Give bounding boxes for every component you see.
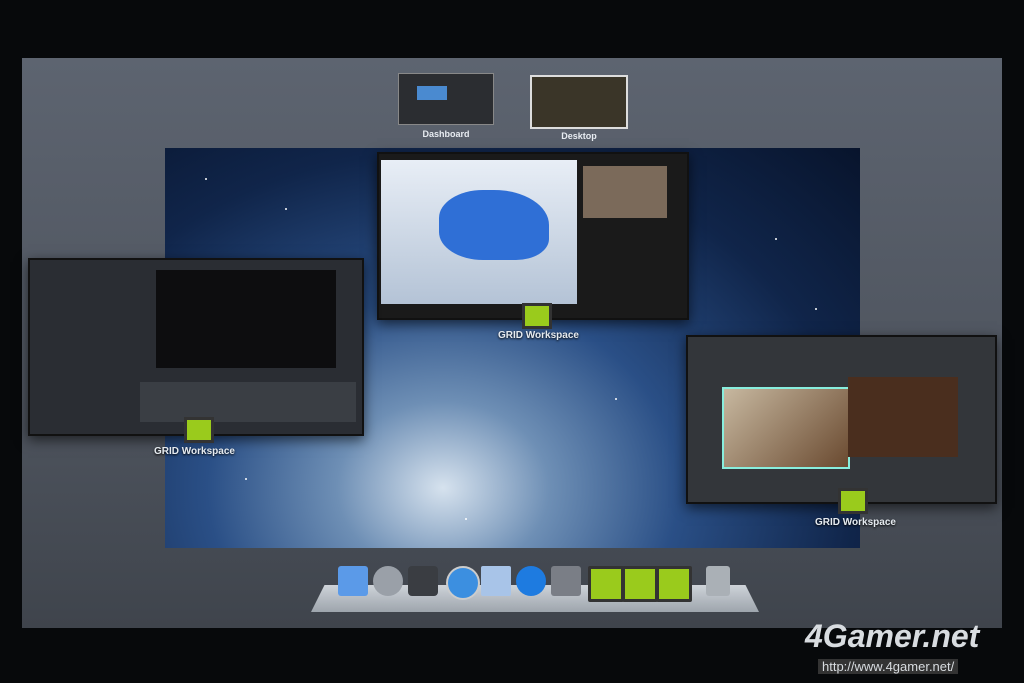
- dashboard-widgets-icon: [417, 86, 447, 100]
- grid-workspace-icon[interactable]: [588, 566, 624, 602]
- system-preferences-icon[interactable]: [551, 566, 581, 596]
- finder-icon[interactable]: [338, 566, 368, 596]
- motorcycle-model: [439, 190, 549, 260]
- video-preview: [156, 270, 336, 368]
- timeline: [140, 382, 356, 422]
- launchpad-icon[interactable]: [373, 566, 403, 596]
- watermark-url: http://www.4gamer.net/: [818, 659, 959, 674]
- grid-workspace-icon: [838, 488, 868, 514]
- space-desktop[interactable]: [530, 75, 628, 129]
- trash-icon[interactable]: [706, 566, 730, 596]
- window-video-editor[interactable]: [28, 258, 364, 436]
- space-dashboard[interactable]: [398, 73, 494, 125]
- window-3d-render[interactable]: [686, 335, 997, 504]
- cad-viewport: [381, 160, 577, 304]
- space-label-dashboard: Dashboard: [422, 129, 470, 139]
- mail-icon[interactable]: [481, 566, 511, 596]
- grid-workspace-icon[interactable]: [656, 566, 692, 602]
- watermark-logo: 4Gamer.net: [805, 618, 980, 654]
- grid-workspace-icon[interactable]: [622, 566, 658, 602]
- itunes-icon[interactable]: [516, 566, 546, 596]
- video-call-pane: [583, 166, 667, 218]
- safari-icon[interactable]: [446, 566, 480, 600]
- window-label: GRID Workspace: [498, 330, 579, 341]
- grid-workspace-icon: [522, 303, 552, 329]
- space-label-desktop: Desktop: [561, 131, 597, 141]
- window-label: GRID Workspace: [815, 517, 896, 528]
- window-label: GRID Workspace: [154, 446, 235, 457]
- grid-workspace-icon: [184, 417, 214, 443]
- window-cad-video[interactable]: [377, 152, 689, 320]
- mission-control-icon[interactable]: [408, 566, 438, 596]
- render-view-2: [848, 377, 958, 457]
- render-view: [722, 387, 850, 469]
